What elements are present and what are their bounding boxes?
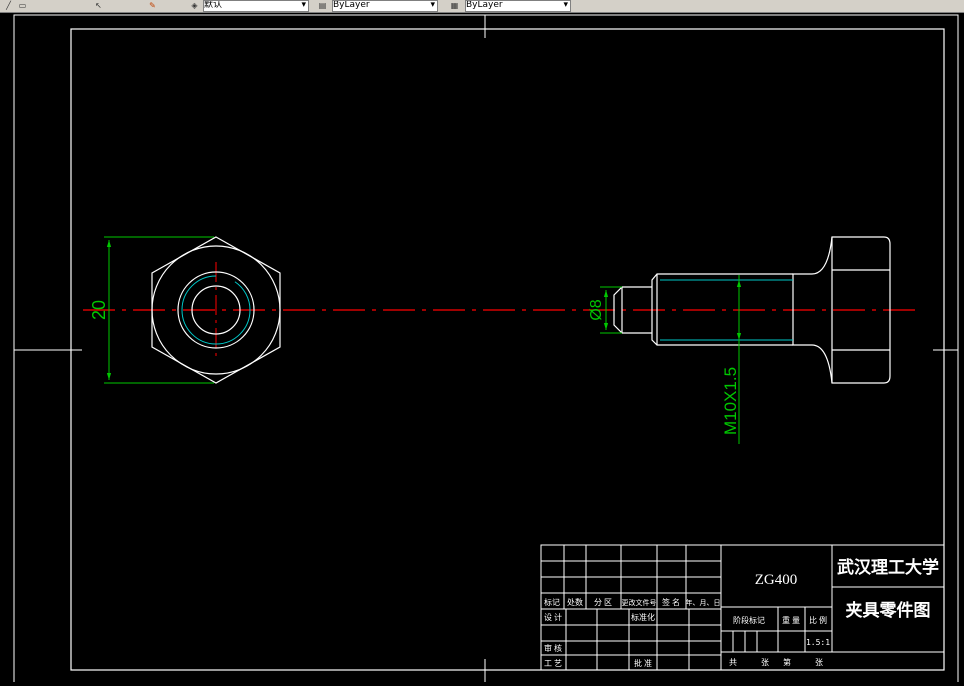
- drawing-name: 夹具零件图: [846, 600, 931, 621]
- drawing-svg: 20 Ø8 M10X1.5 ZG400 武汉理工大学 夹具零件图 标记 处数 分…: [13, 14, 959, 685]
- signature-labels: 设 计 标准化 审 核 工 艺 批 准: [544, 612, 655, 668]
- approve-label: 批 准: [634, 658, 652, 668]
- sheet-label: 张: [815, 658, 823, 667]
- sheet-no-label: 第: [783, 657, 791, 667]
- rev-header-count: 处数: [567, 597, 583, 607]
- page-icon[interactable]: ▭: [18, 1, 27, 10]
- chevron-down-icon: ▾: [430, 0, 435, 10]
- rev-header-zone: 分 区: [594, 598, 612, 607]
- rev-header-date: 年、月、日: [686, 598, 721, 607]
- rev-header-row: 标记 处数 分 区 更改文件号 签 名 年、月、日: [544, 597, 721, 607]
- lineweight-icon[interactable]: ▦: [450, 1, 459, 10]
- linetype-icon[interactable]: ▤: [318, 1, 327, 10]
- part-code: ZG400: [755, 572, 798, 588]
- layer-value: 默认: [204, 0, 223, 10]
- line-tool-icon[interactable]: ╱: [4, 1, 13, 10]
- brush-icon[interactable]: ✎: [148, 1, 157, 10]
- dimensions: [104, 236, 742, 444]
- scale-label: 比 例: [809, 615, 827, 625]
- process-label: 工 艺: [544, 659, 562, 668]
- rev-header-mark: 标记: [544, 597, 560, 607]
- dim-diameter-label: Ø8: [588, 299, 605, 320]
- arrow-icon[interactable]: ↖: [94, 1, 103, 10]
- linetype-value: ByLayer: [333, 0, 370, 10]
- weight-label: 重 量: [782, 615, 800, 625]
- sheet-inner-border: [70, 28, 945, 671]
- layer-dropdown[interactable]: 默认 ▾: [203, 0, 309, 12]
- sheets-label: 张: [761, 658, 769, 667]
- rev-header-sign: 签 名: [662, 597, 680, 607]
- standardize-label: 标准化: [631, 612, 655, 622]
- total-label: 共: [729, 658, 737, 667]
- dim-height-label: 20: [89, 300, 109, 320]
- chevron-down-icon: ▾: [301, 0, 306, 10]
- cad-toolbar: ╱ ▭ ↖ ✎ ◈ 默认 ▾ ▤ ByLayer ▾ ▦ ByLayer ▾: [0, 0, 964, 13]
- stage-label: 阶段标记: [733, 615, 765, 625]
- school-name: 武汉理工大学: [837, 557, 939, 578]
- sheet-count-row: 共 张 第 张: [729, 657, 823, 667]
- scale-value: 1.5:1: [806, 638, 830, 647]
- rev-header-docno: 更改文件号: [622, 598, 657, 607]
- review-label: 审 核: [544, 643, 562, 653]
- chevron-down-icon: ▾: [563, 0, 568, 10]
- drawing-canvas[interactable]: 20 Ø8 M10X1.5 ZG400 武汉理工大学 夹具零件图 标记 处数 分…: [0, 13, 964, 685]
- design-label: 设 计: [544, 612, 562, 622]
- linetype-dropdown[interactable]: ByLayer ▾: [332, 0, 438, 12]
- lineweight-dropdown[interactable]: ByLayer ▾: [465, 0, 571, 12]
- dim-thread-label: M10X1.5: [721, 367, 740, 435]
- layer-icon[interactable]: ◈: [190, 1, 199, 10]
- lineweight-value: ByLayer: [466, 0, 503, 10]
